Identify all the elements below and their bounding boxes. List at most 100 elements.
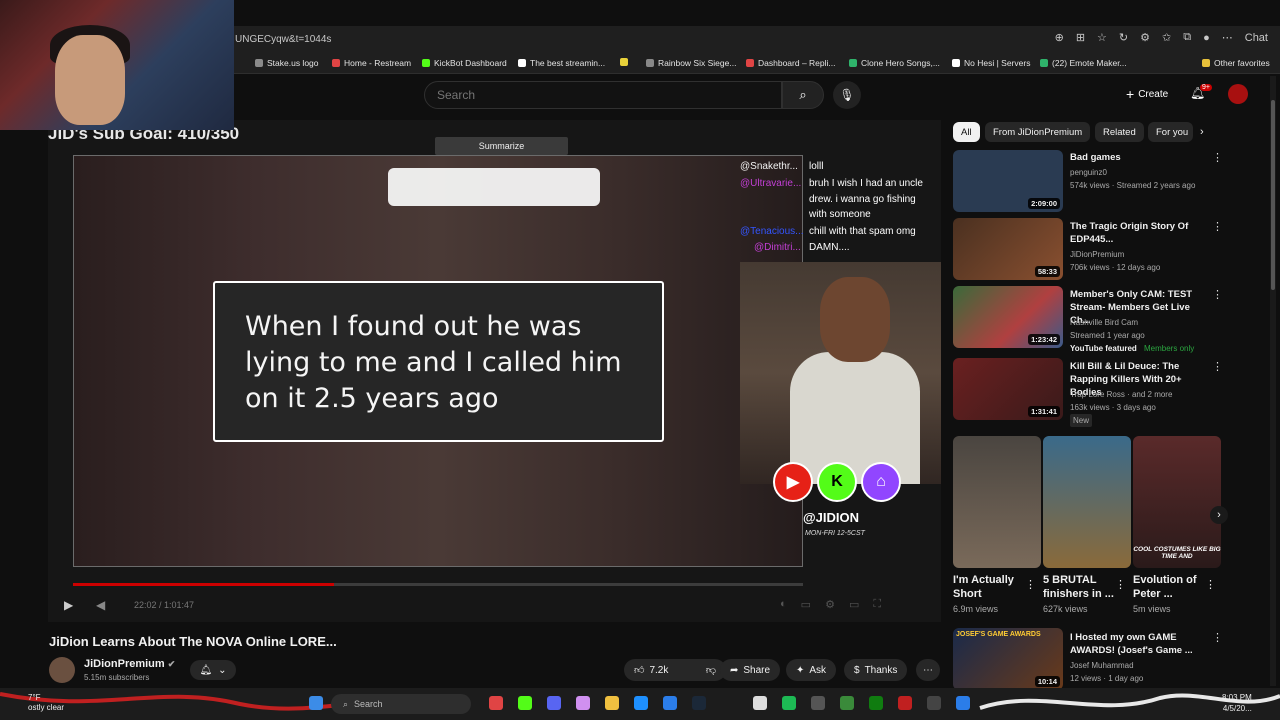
chip-for-you[interactable]: For you xyxy=(1148,122,1193,142)
app-icon[interactable] xyxy=(518,696,532,710)
favorites-icon[interactable]: ✩ xyxy=(1162,31,1171,44)
search-input[interactable] xyxy=(437,88,757,102)
chip-related[interactable]: Related xyxy=(1095,122,1144,142)
rec-title[interactable]: Bad games xyxy=(1070,151,1210,164)
more-icon[interactable]: ⋯ xyxy=(1222,31,1233,44)
create-button[interactable]: + Create xyxy=(1118,83,1176,105)
rec-thumbnail[interactable]: 1:23:42 xyxy=(953,286,1063,348)
xbox-icon[interactable] xyxy=(869,696,883,710)
translate-icon[interactable]: ⊕ xyxy=(1055,31,1064,44)
clock[interactable]: 8:03 PM 4/5/20... xyxy=(1222,692,1252,714)
url-text[interactable]: UNGECyqw&t=1044s xyxy=(235,34,331,45)
app-icon[interactable] xyxy=(753,696,767,710)
profile-avatar[interactable]: ● xyxy=(1203,32,1210,44)
rec-thumbnail[interactable]: 58:33 xyxy=(953,218,1063,280)
subtitles-icon[interactable]: ▭ xyxy=(801,598,811,611)
theater-icon[interactable]: ▭ xyxy=(849,598,859,611)
kebab-menu-icon[interactable]: ⋮ xyxy=(1025,578,1036,591)
app-icon[interactable] xyxy=(811,696,825,710)
app-icon[interactable] xyxy=(840,696,854,710)
rec-thumbnail[interactable]: 2:09:00 xyxy=(953,150,1063,212)
search-box[interactable] xyxy=(424,81,782,109)
play-icon[interactable]: ▶ xyxy=(64,598,73,612)
account-avatar[interactable] xyxy=(1228,84,1248,104)
rec-channel[interactable]: penguinz0 xyxy=(1070,166,1107,179)
kebab-menu-icon[interactable]: ⋮ xyxy=(1205,578,1216,591)
settings-icon[interactable]: ⚙ xyxy=(825,598,835,611)
kebab-menu-icon[interactable]: ⋮ xyxy=(1212,631,1223,644)
collections-icon[interactable]: ⧉ xyxy=(1183,31,1191,44)
short-thumbnail[interactable] xyxy=(1043,436,1131,568)
channel-avatar[interactable] xyxy=(49,657,75,683)
rec-title[interactable]: The Tragic Origin Story Of EDP445... xyxy=(1070,220,1210,246)
rec-thumbnail[interactable]: 1:31:41 xyxy=(953,358,1063,420)
bookmark-item[interactable]: (22) Emote Maker... xyxy=(1040,58,1127,68)
bookmark-item[interactable] xyxy=(620,58,632,66)
rec-channel[interactable]: Josef Muhammad xyxy=(1070,659,1134,672)
edge-icon[interactable] xyxy=(634,696,648,710)
thanks-button[interactable]: $ Thanks xyxy=(844,659,908,681)
favorite-star-icon[interactable]: ☆ xyxy=(1097,31,1107,44)
voice-search-button[interactable]: 🎙︎ xyxy=(833,81,861,109)
weather-widget[interactable]: 7°F ostly clear xyxy=(28,693,64,713)
autoplay-toggle-icon[interactable]: ◐ xyxy=(780,598,787,611)
channel-name[interactable]: JiDionPremium ✔ xyxy=(84,658,175,670)
kebab-menu-icon[interactable]: ⋮ xyxy=(1212,288,1223,301)
extensions-icon[interactable]: ⚙ xyxy=(1140,31,1150,44)
ask-button[interactable]: ✦ Ask xyxy=(786,659,837,681)
kebab-menu-icon[interactable]: ⋮ xyxy=(1212,360,1223,373)
short-title[interactable]: I'm Actually Short xyxy=(953,573,1033,601)
rec-channel[interactable]: Nashville Bird Cam xyxy=(1070,316,1138,329)
rec-title[interactable]: I Hosted my own GAME AWARDS! (Josef's Ga… xyxy=(1070,631,1210,657)
subscription-bell-button[interactable]: 🔔︎ ⌄ xyxy=(190,660,236,680)
app-icon[interactable] xyxy=(898,696,912,710)
short-thumbnail[interactable]: COOL COSTUMES LIKE BIG TIME AND xyxy=(1133,436,1221,568)
like-dislike-button[interactable]: 👍︎ 7.2k 👎︎ xyxy=(624,659,726,681)
folder-icon[interactable] xyxy=(605,696,619,710)
chevron-right-icon[interactable]: › xyxy=(1200,126,1204,138)
volume-icon[interactable]: ◀ xyxy=(96,598,105,612)
shorts-next-button[interactable]: › xyxy=(1210,506,1228,524)
store-icon[interactable] xyxy=(663,696,677,710)
windows-start-icon[interactable] xyxy=(309,696,323,710)
kebab-menu-icon[interactable]: ⋮ xyxy=(1212,151,1223,164)
taskbar-search[interactable]: ⌕ Search xyxy=(331,694,471,714)
bookmark-item[interactable]: Home - Restream xyxy=(332,58,411,68)
discord-icon[interactable] xyxy=(547,696,561,710)
copilot-chat-button[interactable]: Chat xyxy=(1245,32,1268,44)
bookmark-item[interactable]: Rainbow Six Siege... xyxy=(646,58,736,68)
rec-channel[interactable]: Trap Lore Ross · and 2 more xyxy=(1070,388,1172,401)
search-icon: ⌕ xyxy=(799,87,807,102)
more-actions-button[interactable]: ⋯ xyxy=(916,659,940,681)
fullscreen-icon[interactable]: ⛶ xyxy=(873,598,881,611)
bookmark-item[interactable]: Stake.us logo xyxy=(255,58,319,68)
app-icon[interactable] xyxy=(956,696,970,710)
other-favorites[interactable]: Other favorites xyxy=(1202,58,1270,68)
chip-from-channel[interactable]: From JiDionPremium xyxy=(985,122,1091,142)
share-button[interactable]: ➦ Share xyxy=(720,659,781,681)
app-icon[interactable] xyxy=(576,696,590,710)
chip-all[interactable]: All xyxy=(953,122,980,142)
bookmark-item[interactable]: Dashboard – Repli... xyxy=(746,58,836,68)
short-title[interactable]: Evolution of Peter ... xyxy=(1133,573,1213,601)
summarize-button[interactable]: Summarize xyxy=(435,137,568,155)
kebab-menu-icon[interactable]: ⋮ xyxy=(1115,578,1126,591)
search-button[interactable]: ⌕ xyxy=(782,81,824,109)
kebab-menu-icon[interactable]: ⋮ xyxy=(1212,220,1223,233)
rec-channel[interactable]: JiDionPremium xyxy=(1070,248,1124,261)
bookmark-item[interactable]: Clone Hero Songs,... xyxy=(849,58,940,68)
steam-icon[interactable] xyxy=(692,696,706,710)
bookmark-item[interactable]: The best streamin... xyxy=(518,58,605,68)
bookmark-item[interactable]: KickBot Dashboard xyxy=(422,58,507,68)
scrollbar-thumb[interactable] xyxy=(1271,100,1275,290)
spotify-icon[interactable] xyxy=(782,696,796,710)
bookmark-icon xyxy=(952,59,960,67)
bookmark-item[interactable]: No Hesi | Servers xyxy=(952,58,1030,68)
refresh-icon[interactable]: ↻ xyxy=(1119,31,1128,44)
short-title[interactable]: 5 BRUTAL finishers in ... xyxy=(1043,573,1123,601)
reader-icon[interactable]: ⊞ xyxy=(1076,31,1085,44)
app-icon[interactable] xyxy=(489,696,503,710)
app-icon[interactable] xyxy=(927,696,941,710)
rec-thumbnail[interactable]: JOSEF'S GAME AWARDS 10:14 xyxy=(953,628,1063,690)
short-thumbnail[interactable] xyxy=(953,436,1041,568)
